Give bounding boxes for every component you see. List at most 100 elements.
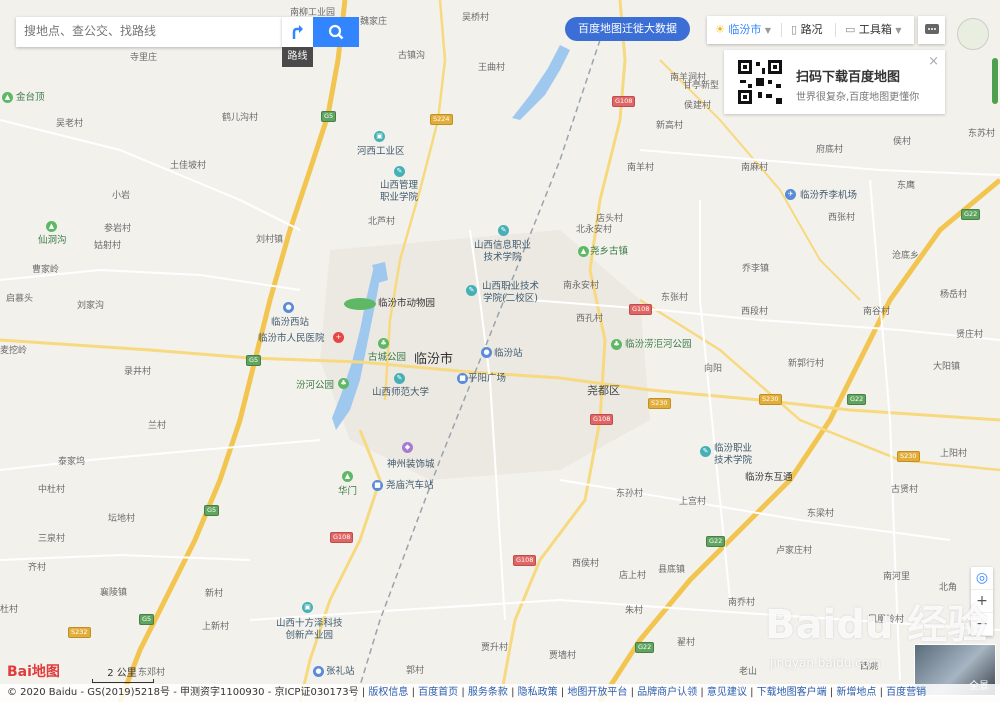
place-label: 西张村	[828, 213, 856, 223]
footer-link[interactable]: 百度营销	[886, 687, 926, 698]
scenic-icon[interactable]: ▲	[342, 471, 353, 482]
place-label: 参岩村	[104, 224, 132, 234]
map-toolbar: ☀ 临汾市 ▼ ▯ 路况 ▭ 工具箱 ▼	[707, 16, 914, 44]
place-label: 鹤儿沟村	[222, 113, 259, 123]
school-icon[interactable]: ✎	[700, 446, 711, 457]
place-label: 西侯村	[572, 559, 600, 569]
footer-link[interactable]: 意见建议	[707, 687, 747, 698]
poi-label[interactable]: 神州装饰城	[387, 459, 435, 471]
poi-label[interactable]: 汾河公园	[296, 380, 334, 392]
park-icon[interactable]: ♣	[611, 339, 622, 350]
poi-label[interactable]: 山西师范大学	[372, 387, 429, 399]
traffic-light-icon: ▯	[791, 23, 798, 36]
footer-link[interactable]: 新增地点	[836, 687, 876, 698]
poi-label[interactable]: 临汾涝洰河公园	[625, 339, 692, 351]
road-shield: G22	[961, 209, 981, 220]
building-icon[interactable]: ▣	[374, 131, 385, 142]
airport-icon[interactable]: ✈	[785, 189, 796, 200]
poi-label[interactable]: 古城公园	[368, 352, 406, 364]
place-label: 郭村	[406, 666, 425, 676]
poi-label[interactable]: 临汾市人民医院	[258, 333, 325, 345]
place-label: 曹家岭	[32, 265, 60, 275]
poi-label[interactable]: 山西十方泽科技 创新产业园	[276, 618, 343, 642]
compass-3d-toggle[interactable]	[957, 18, 989, 50]
search-input[interactable]	[16, 17, 282, 45]
search-button[interactable]	[313, 17, 359, 47]
scenic-icon[interactable]: ▲	[46, 221, 57, 232]
poi-label[interactable]: 尧庙汽车站	[386, 480, 434, 492]
zoom-level-bar[interactable]	[992, 58, 998, 104]
park-icon[interactable]: ♣	[338, 378, 349, 389]
footer-link[interactable]: 品牌商户认领	[637, 687, 697, 698]
poi-label[interactable]: 山西管理 职业学院	[380, 180, 418, 204]
chevron-down-icon: ▼	[764, 26, 772, 35]
place-label: 上阳村	[940, 449, 968, 459]
toolbox-button[interactable]: ▭ 工具箱 ▼	[845, 16, 902, 44]
qr-code-icon	[736, 58, 784, 106]
message-button[interactable]	[918, 16, 945, 44]
bus-icon[interactable]: ■	[372, 480, 383, 491]
footer-link[interactable]: 服务条款	[468, 687, 508, 698]
footer-link[interactable]: 下载地图客户端	[757, 687, 827, 698]
city-label-linfen[interactable]: 临汾市	[414, 348, 453, 367]
city-selector[interactable]: ☀ 临汾市 ▼	[715, 16, 771, 44]
school-icon[interactable]: ✎	[394, 166, 405, 177]
road-shield: S230	[648, 398, 671, 409]
poi-label[interactable]: 平阳广场	[468, 373, 506, 385]
poi-label[interactable]: 临汾乔李机场	[800, 190, 857, 202]
baidu-jingyan-watermark: Baidu 经验	[765, 602, 988, 648]
place-label: 新高村	[656, 121, 684, 131]
park-icon[interactable]: ♣	[378, 338, 389, 349]
footer-link[interactable]: 版权信息	[368, 687, 408, 698]
place-label: 中杜村	[38, 485, 66, 495]
poi-label[interactable]: 山西职业技术 学院(二校区)	[482, 281, 539, 305]
baidu-map-logo[interactable]: Bai地图	[7, 661, 60, 681]
migration-data-banner[interactable]: 百度地图迁徙大数据	[565, 17, 690, 41]
locate-icon[interactable]: ◎	[971, 567, 993, 590]
scenic-icon[interactable]: ▲	[2, 92, 13, 103]
road-shield: G108	[513, 555, 537, 566]
station-icon[interactable]: ●	[283, 302, 294, 313]
school-icon[interactable]: ✎	[466, 285, 477, 296]
poi-label[interactable]: 临汾西站	[271, 317, 309, 329]
school-icon[interactable]: ✎	[394, 373, 405, 384]
hospital-icon[interactable]: +	[333, 332, 344, 343]
zoo-icon[interactable]	[344, 298, 376, 310]
place-label: 西孔村	[576, 314, 604, 324]
place-label: 东梁村	[807, 509, 835, 519]
school-icon[interactable]: ✎	[498, 225, 509, 236]
district-label-yaodu[interactable]: 尧都区	[587, 382, 620, 398]
toolbar-divider	[781, 23, 782, 37]
poi-label[interactable]: 临汾职业 技术学院	[714, 443, 752, 467]
close-icon[interactable]: ×	[928, 54, 939, 69]
building-icon[interactable]: ▣	[302, 602, 313, 613]
poi-label[interactable]: 华门	[338, 486, 357, 498]
footer-link[interactable]: 百度首页	[418, 687, 458, 698]
poi-label[interactable]: 金台顶	[16, 92, 45, 104]
place-label: 东苏村	[968, 129, 996, 139]
poi-label[interactable]: 河西工业区	[357, 146, 405, 158]
footer-link[interactable]: 地图开放平台	[567, 687, 627, 698]
traffic-button[interactable]: ▯ 路况	[791, 16, 823, 44]
city-name: 临汾市	[728, 23, 762, 36]
scenic-icon[interactable]: ▲	[578, 246, 589, 257]
station-icon[interactable]: ●	[313, 666, 324, 677]
place-label: 启慕头	[6, 294, 34, 304]
place-label: 坛地村	[108, 514, 136, 524]
scale-bar: 2 公里	[92, 664, 154, 683]
footer-link[interactable]: 隐私政策	[518, 687, 558, 698]
place-label: 新村	[205, 589, 224, 599]
place-label: 三泉村	[38, 534, 66, 544]
poi-label[interactable]: 张礼站	[326, 666, 355, 678]
poi-label[interactable]: 临汾市动物园	[378, 298, 435, 310]
download-app-card: 扫码下载百度地图 世界很复杂,百度地图更懂你 ×	[724, 50, 945, 114]
station-icon[interactable]: ●	[481, 347, 492, 358]
poi-label[interactable]: 尧乡古镇	[590, 246, 628, 258]
poi-label[interactable]: 仙洞沟	[38, 235, 67, 247]
poi-label[interactable]: 临汾东互通	[745, 472, 793, 484]
route-button[interactable]	[282, 17, 313, 47]
square-icon[interactable]: ■	[457, 373, 468, 384]
shop-icon[interactable]: ◆	[402, 442, 413, 453]
poi-label[interactable]: 山西信息职业 技术学院	[474, 240, 531, 264]
poi-label[interactable]: 临汾站	[494, 348, 523, 360]
